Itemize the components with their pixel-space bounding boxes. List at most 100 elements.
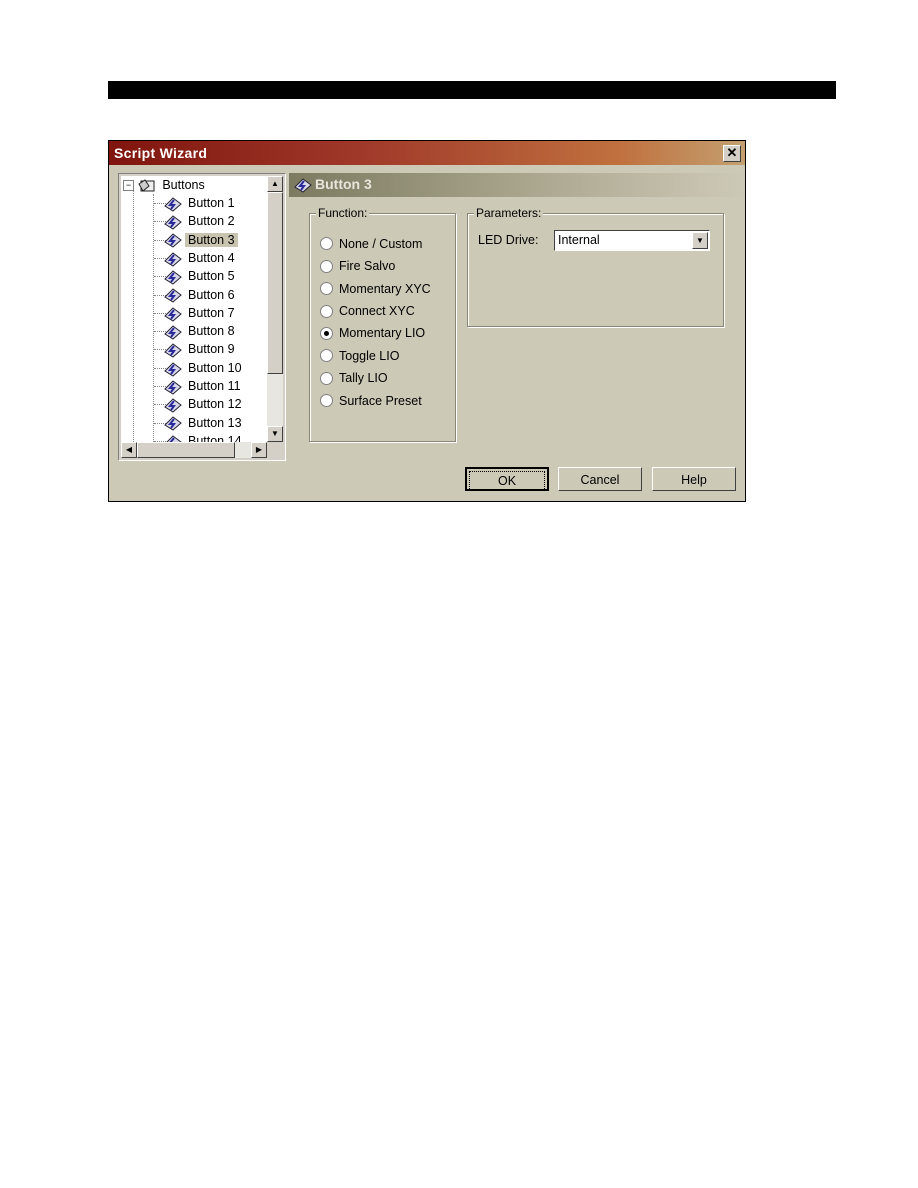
tree-item-label: Button 12 bbox=[188, 397, 242, 412]
button-icon bbox=[163, 361, 185, 377]
radio-label: Surface Preset bbox=[339, 393, 422, 408]
button-icon bbox=[163, 251, 185, 267]
radio-label: None / Custom bbox=[339, 236, 423, 251]
tree-line bbox=[133, 190, 134, 442]
section-header: Button 3 bbox=[289, 173, 745, 197]
ok-label: OK bbox=[468, 471, 546, 491]
radio-option[interactable]: Momentary XYC bbox=[320, 281, 431, 297]
radio-label: Momentary XYC bbox=[339, 281, 431, 296]
section-title: Button 3 bbox=[315, 176, 372, 192]
tree-item-label: Button 5 bbox=[188, 269, 235, 284]
tree-item-label: Button 7 bbox=[188, 305, 235, 320]
tree-item[interactable]: Button 7 bbox=[163, 304, 238, 322]
radio-button[interactable] bbox=[320, 259, 333, 273]
radio-button[interactable] bbox=[320, 349, 333, 363]
button-icon bbox=[163, 324, 185, 340]
radio-button[interactable] bbox=[320, 394, 333, 408]
scroll-left-button[interactable]: ◀ bbox=[121, 442, 137, 458]
led-drive-label: LED Drive: bbox=[478, 233, 539, 247]
tree-item[interactable]: Button 12 bbox=[163, 395, 245, 413]
radio-label: Toggle LIO bbox=[339, 348, 400, 363]
tree-item[interactable]: Button 6 bbox=[163, 286, 238, 304]
radio-option[interactable]: None / Custom bbox=[320, 236, 422, 252]
radio-label: Tally LIO bbox=[339, 371, 388, 386]
vertical-scrollbar[interactable]: ▲ ▼ bbox=[267, 176, 283, 442]
radio-button[interactable] bbox=[320, 326, 333, 340]
ok-button[interactable]: OK bbox=[465, 467, 549, 491]
button-icon bbox=[163, 214, 185, 230]
radio-option[interactable]: Momentary LIO bbox=[320, 326, 425, 342]
tree-item[interactable]: Button 11 bbox=[163, 377, 244, 395]
radio-option[interactable]: Toggle LIO bbox=[320, 348, 399, 364]
tree-item[interactable]: Button 4 bbox=[163, 249, 238, 267]
tree-item-label: Button 10 bbox=[188, 360, 242, 375]
scroll-thumb[interactable] bbox=[267, 192, 283, 374]
title-bar[interactable]: Script Wizard ✕ bbox=[109, 141, 745, 165]
radio-button[interactable] bbox=[320, 282, 333, 296]
radio-option[interactable]: Fire Salvo bbox=[320, 258, 395, 274]
tree-item-label: Button 4 bbox=[188, 250, 235, 265]
folder-buttons-icon bbox=[138, 179, 155, 192]
button-icon bbox=[163, 269, 185, 285]
tree-item[interactable]: Button 5 bbox=[163, 267, 238, 285]
dialog-title: Script Wizard bbox=[114, 145, 208, 161]
led-drive-select[interactable]: Internal ▼ bbox=[554, 230, 710, 251]
radio-option[interactable]: Tally LIO bbox=[320, 370, 388, 386]
tree-item-label: Button 1 bbox=[188, 196, 235, 210]
tree-root[interactable]: − Buttons bbox=[123, 176, 208, 194]
tree-item[interactable]: Button 3 bbox=[163, 231, 238, 249]
tree-item-label: Button 11 bbox=[188, 379, 241, 393]
led-drive-value: Internal bbox=[558, 233, 600, 247]
parameters-group: Parameters: LED Drive: Internal ▼ bbox=[467, 206, 724, 327]
radio-label: Momentary LIO bbox=[339, 326, 426, 341]
tree-panel: − Buttons Button 1 Button 2 Button 3 Button … bbox=[118, 173, 286, 461]
button-icon bbox=[163, 233, 185, 249]
scroll-right-button[interactable]: ▶ bbox=[251, 442, 267, 458]
page-header-bar bbox=[108, 81, 836, 99]
button-icon bbox=[163, 288, 185, 303]
tree-item-label: Button 13 bbox=[188, 415, 242, 430]
radio-button[interactable] bbox=[320, 237, 333, 251]
close-button[interactable]: ✕ bbox=[723, 145, 741, 162]
tree-item-label: Button 3 bbox=[185, 232, 238, 247]
radio-label: Fire Salvo bbox=[339, 259, 396, 274]
tree-item[interactable]: Button 2 bbox=[163, 212, 238, 230]
tree-item[interactable]: Button 10 bbox=[163, 359, 245, 377]
tree-item-label: Button 9 bbox=[188, 342, 235, 357]
button-icon bbox=[163, 397, 185, 413]
radio-option[interactable]: Surface Preset bbox=[320, 393, 422, 409]
tree-item[interactable]: Button 1 bbox=[163, 194, 238, 212]
tree-item[interactable]: Button 8 bbox=[163, 322, 238, 340]
parameters-label: Parameters: bbox=[474, 206, 544, 220]
tree-item-label: Button 2 bbox=[188, 214, 235, 229]
scroll-up-button[interactable]: ▲ bbox=[267, 176, 283, 192]
chevron-down-icon[interactable]: ▼ bbox=[692, 232, 708, 249]
radio-button[interactable] bbox=[320, 304, 333, 318]
tree-item[interactable]: Button 9 bbox=[163, 340, 238, 358]
function-group: Function: None / Custom Fire Salvo Momenta… bbox=[309, 206, 456, 442]
function-label: Function: bbox=[316, 206, 370, 220]
cancel-button[interactable]: Cancel bbox=[558, 467, 642, 491]
tree-view[interactable]: − Buttons Button 1 Button 2 Button 3 Button … bbox=[121, 176, 267, 442]
radio-label: Connect XYC bbox=[339, 304, 415, 319]
tree-root-label: Buttons bbox=[162, 178, 205, 192]
help-button[interactable]: Help bbox=[652, 467, 736, 491]
tree-item-label: Button 6 bbox=[188, 287, 235, 302]
radio-button[interactable] bbox=[320, 371, 333, 385]
tree-item[interactable]: Button 14 bbox=[163, 432, 245, 442]
button-icon bbox=[163, 306, 185, 322]
button-icon bbox=[163, 342, 185, 358]
horizontal-scrollbar[interactable]: ◀ ▶ bbox=[121, 442, 267, 458]
button-icon bbox=[294, 178, 312, 193]
collapse-icon[interactable]: − bbox=[123, 180, 134, 192]
tree-item-label: Button 14 bbox=[188, 433, 242, 442]
scroll-thumb-horizontal[interactable] bbox=[137, 442, 235, 458]
radio-option[interactable]: Connect XYC bbox=[320, 303, 415, 319]
tree-item-label: Button 8 bbox=[188, 324, 235, 339]
button-icon bbox=[163, 416, 185, 432]
scroll-down-button[interactable]: ▼ bbox=[267, 426, 283, 442]
script-wizard-dialog: Script Wizard ✕ − Buttons Button 1 Button … bbox=[108, 140, 746, 502]
tree-item[interactable]: Button 13 bbox=[163, 414, 245, 432]
button-icon bbox=[163, 379, 185, 395]
close-icon: ✕ bbox=[726, 145, 738, 160]
